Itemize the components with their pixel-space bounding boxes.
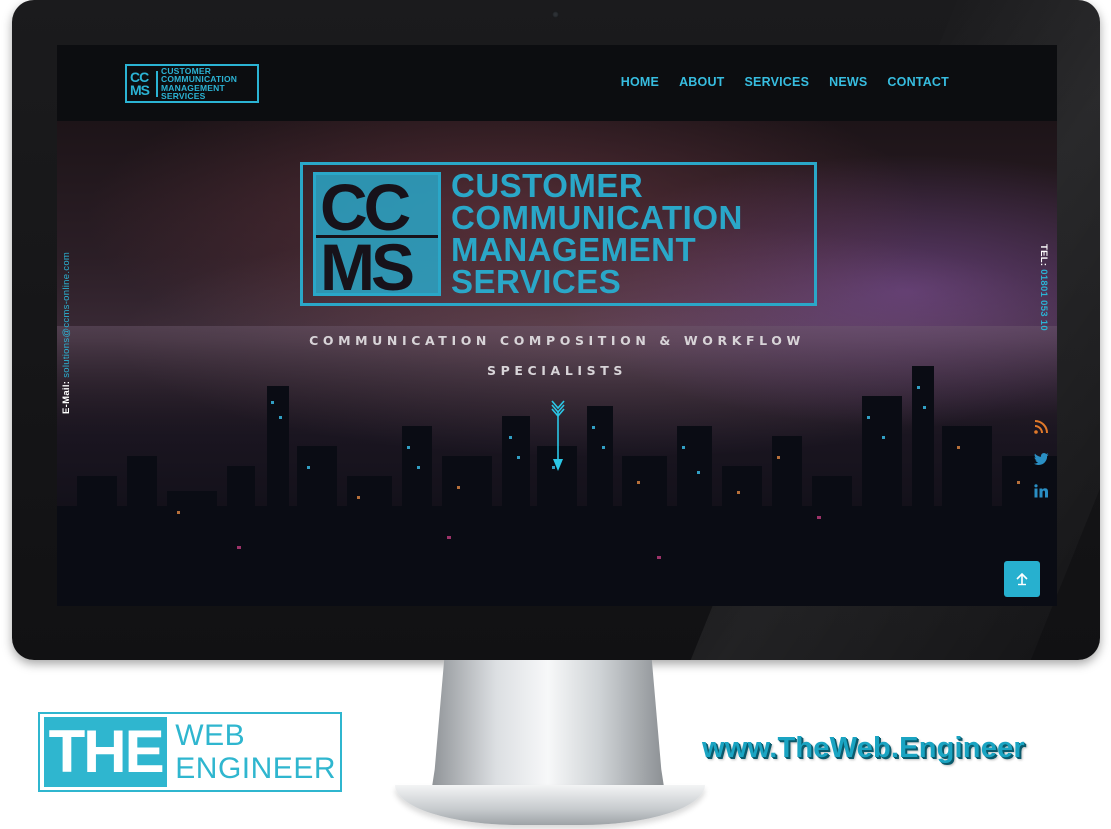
hero-logo-line: COMMUNICATION xyxy=(451,199,743,236)
website-screen: CC MS CUSTOMER COMMUNICATION MANAGEMENT … xyxy=(57,45,1057,606)
monitor-stand-base xyxy=(395,785,705,825)
nav-services[interactable]: SERVICES xyxy=(745,75,810,89)
main-nav: HOME ABOUT SERVICES NEWS CONTACT xyxy=(621,75,949,89)
arrow-up-icon xyxy=(1016,572,1028,586)
nav-contact[interactable]: CONTACT xyxy=(887,75,949,89)
email-label: E-Mail: xyxy=(61,380,72,414)
hero-logo-mark-line: CC xyxy=(320,172,411,244)
nav-home[interactable]: HOME xyxy=(621,75,659,89)
monitor-stand xyxy=(430,660,666,800)
side-phone[interactable]: TEL: 01801 053 10 xyxy=(1037,244,1051,354)
tagline-line: SPECIALISTS xyxy=(487,363,627,378)
social-links xyxy=(1033,419,1049,499)
email-value[interactable]: solutions@ccms-online.com xyxy=(61,252,72,378)
twitter-icon[interactable] xyxy=(1033,451,1049,467)
site-logo[interactable]: CC MS CUSTOMER COMMUNICATION MANAGEMENT … xyxy=(125,64,259,103)
brand-url: www.TheWeb.Engineer xyxy=(702,732,1025,764)
side-email[interactable]: E-Mail: solutions@ccms-online.com xyxy=(61,239,75,419)
rss-icon[interactable] xyxy=(1033,419,1049,435)
web-engineer-logo: THE WEB ENGINEER xyxy=(38,712,342,792)
tagline-line: COMMUNICATION COMPOSITION & WORKFLOW xyxy=(309,333,805,348)
linkedin-icon[interactable] xyxy=(1033,483,1049,499)
site-header: CC MS CUSTOMER COMMUNICATION MANAGEMENT … xyxy=(57,45,1057,121)
hero-logo-mark: CC MS xyxy=(313,172,441,296)
hero-logo-line: CUSTOMER xyxy=(451,167,644,204)
back-to-top-button[interactable] xyxy=(1004,561,1040,597)
logo-word: ENGINEER xyxy=(175,752,336,785)
hero-logo-line: SERVICES xyxy=(451,263,622,300)
hero-tagline: COMMUNICATION COMPOSITION & WORKFLOW SPE… xyxy=(287,326,827,386)
logo-text: CUSTOMER COMMUNICATION MANAGEMENT SERVIC… xyxy=(161,66,237,101)
hero-logo-text: CUSTOMER COMMUNICATION MANAGEMENT SERVIC… xyxy=(451,167,743,300)
logo-line: SERVICES xyxy=(161,91,206,101)
logo-the: THE xyxy=(44,717,168,787)
phone-label: TEL: xyxy=(1038,244,1049,267)
logo-words: WEB ENGINEER xyxy=(175,719,336,785)
phone-value[interactable]: 01801 053 10 xyxy=(1038,269,1049,331)
nav-about[interactable]: ABOUT xyxy=(679,75,724,89)
logo-mark-line: MS xyxy=(130,81,150,98)
hero-logo: CC MS CUSTOMER COMMUNICATION MANAGEMENT … xyxy=(300,162,817,306)
nav-news[interactable]: NEWS xyxy=(829,75,867,89)
hero-section: CC MS CUSTOMER COMMUNICATION MANAGEMENT … xyxy=(57,121,1057,606)
logo-mark: CC MS xyxy=(130,70,158,98)
monitor-frame: CC MS CUSTOMER COMMUNICATION MANAGEMENT … xyxy=(12,0,1100,660)
hero-logo-mark-line: MS xyxy=(320,230,415,296)
logo-word: WEB xyxy=(175,719,246,752)
hero-logo-line: MANAGEMENT xyxy=(451,231,697,268)
webcam-icon xyxy=(552,11,559,18)
arrow-down-icon[interactable] xyxy=(550,399,566,473)
